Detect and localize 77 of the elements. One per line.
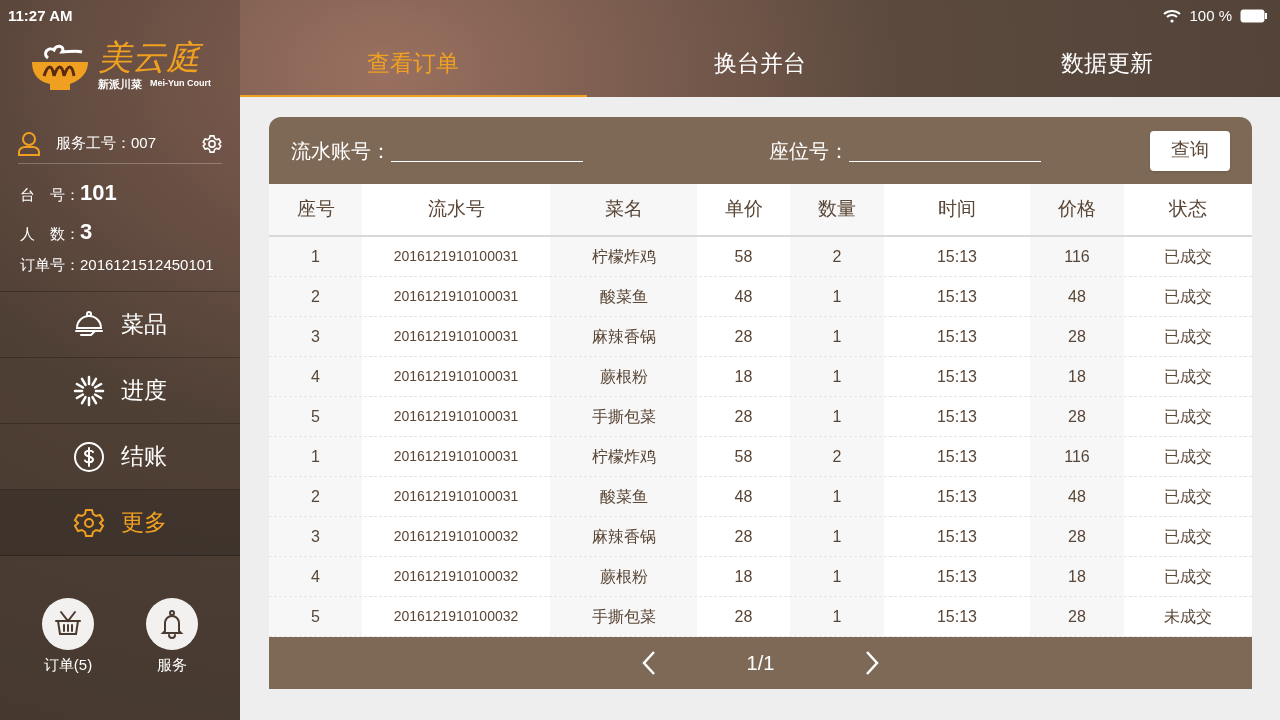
next-page-icon[interactable] bbox=[864, 650, 881, 676]
info-label: 人 数： bbox=[20, 224, 80, 244]
spinner-icon bbox=[73, 374, 105, 407]
info-value: 101 bbox=[80, 179, 117, 207]
table-cell: 2 bbox=[790, 237, 884, 276]
gear-icon bbox=[73, 506, 105, 539]
table-cell: 1 bbox=[790, 277, 884, 316]
logo-tagline: 新派川菜 bbox=[98, 76, 142, 92]
round-action-button[interactable]: 订单(5) bbox=[42, 598, 94, 677]
round-button-label: 订单(5) bbox=[43, 655, 93, 675]
table-cell: 4 bbox=[269, 357, 362, 396]
column-header: 数量 bbox=[790, 184, 884, 235]
status-time: 11:27 AM bbox=[8, 5, 73, 26]
table-cell: 116 bbox=[1030, 437, 1124, 476]
table-cell: 1 bbox=[790, 517, 884, 556]
table-cell: 2 bbox=[790, 437, 884, 476]
staff-label: 服务工号： bbox=[56, 133, 131, 154]
table-cell: 3 bbox=[269, 317, 362, 356]
previous-page-icon[interactable] bbox=[640, 650, 657, 676]
table-cell: 3 bbox=[269, 517, 362, 556]
search-label: 座位号： bbox=[769, 138, 849, 164]
table-cell: 4 bbox=[269, 557, 362, 596]
table-cell: 2 bbox=[269, 277, 362, 316]
top-tab[interactable]: 换台并台 bbox=[586, 32, 934, 97]
table-cell: 柠檬炸鸡 bbox=[550, 437, 697, 476]
table-cell: 1 bbox=[790, 357, 884, 396]
table-cell: 48 bbox=[1030, 477, 1124, 516]
logo-title: 美云庭 bbox=[98, 37, 211, 76]
table-cell: 48 bbox=[1030, 277, 1124, 316]
column-header: 价格 bbox=[1030, 184, 1124, 235]
table-cell: 1 bbox=[269, 237, 362, 276]
table-cell: 28 bbox=[1030, 397, 1124, 436]
table-cell: 1 bbox=[790, 317, 884, 356]
info-label: 订单号： bbox=[20, 255, 80, 275]
round-action-button[interactable]: 服务 bbox=[146, 598, 198, 677]
battery-icon bbox=[1240, 9, 1268, 23]
sidebar-item[interactable]: 更多 bbox=[0, 490, 240, 556]
logo-english: Mei-Yun Court bbox=[150, 77, 211, 91]
top-tab[interactable]: 数据更新 bbox=[933, 32, 1280, 97]
round-button-label: 服务 bbox=[157, 655, 187, 675]
table-cell: 1 bbox=[790, 397, 884, 436]
table-cell: 1 bbox=[790, 557, 884, 596]
table-cell: 28 bbox=[1030, 517, 1124, 556]
settings-icon[interactable] bbox=[202, 133, 222, 154]
table-cell: 蕨根粉 bbox=[550, 557, 697, 596]
table-cell: 麻辣香锅 bbox=[550, 517, 697, 556]
table-cell: 28 bbox=[1030, 317, 1124, 356]
table-cell: 酸菜鱼 bbox=[550, 477, 697, 516]
table-cell: 手撕包菜 bbox=[550, 397, 697, 436]
column-header: 座号 bbox=[269, 184, 362, 235]
table-cell: 麻辣香锅 bbox=[550, 317, 697, 356]
table-cell: 5 bbox=[269, 397, 362, 436]
table-cell: 18 bbox=[1030, 557, 1124, 596]
search-label: 流水账号： bbox=[291, 138, 391, 164]
column-header: 菜名 bbox=[550, 184, 697, 235]
table-cell: 5 bbox=[269, 597, 362, 636]
table-cell: 28 bbox=[1030, 597, 1124, 636]
table-cell: 手撕包菜 bbox=[550, 597, 697, 636]
info-value: 3 bbox=[80, 218, 93, 246]
table-cell: 1 bbox=[790, 597, 884, 636]
table-cell: 116 bbox=[1030, 237, 1124, 276]
info-label: 台 号： bbox=[20, 185, 80, 205]
table-cell: 1 bbox=[790, 477, 884, 516]
table-cell: 柠檬炸鸡 bbox=[550, 237, 697, 276]
wifi-icon bbox=[1163, 9, 1182, 23]
battery-percent: 100 % bbox=[1189, 5, 1232, 26]
table-cell: 18 bbox=[1030, 357, 1124, 396]
table-cell: 1 bbox=[269, 437, 362, 476]
page-indicator: 1/1 bbox=[746, 651, 775, 676]
table-cell: 酸菜鱼 bbox=[550, 277, 697, 316]
dollar-icon bbox=[73, 440, 105, 473]
info-value: 2016121512450101 bbox=[80, 255, 214, 275]
query-button[interactable]: 查询 bbox=[1150, 130, 1230, 171]
staff-id: 007 bbox=[131, 133, 157, 154]
table-cell: 蕨根粉 bbox=[550, 357, 697, 396]
user-icon bbox=[18, 131, 40, 156]
table-cell: 2 bbox=[269, 477, 362, 516]
